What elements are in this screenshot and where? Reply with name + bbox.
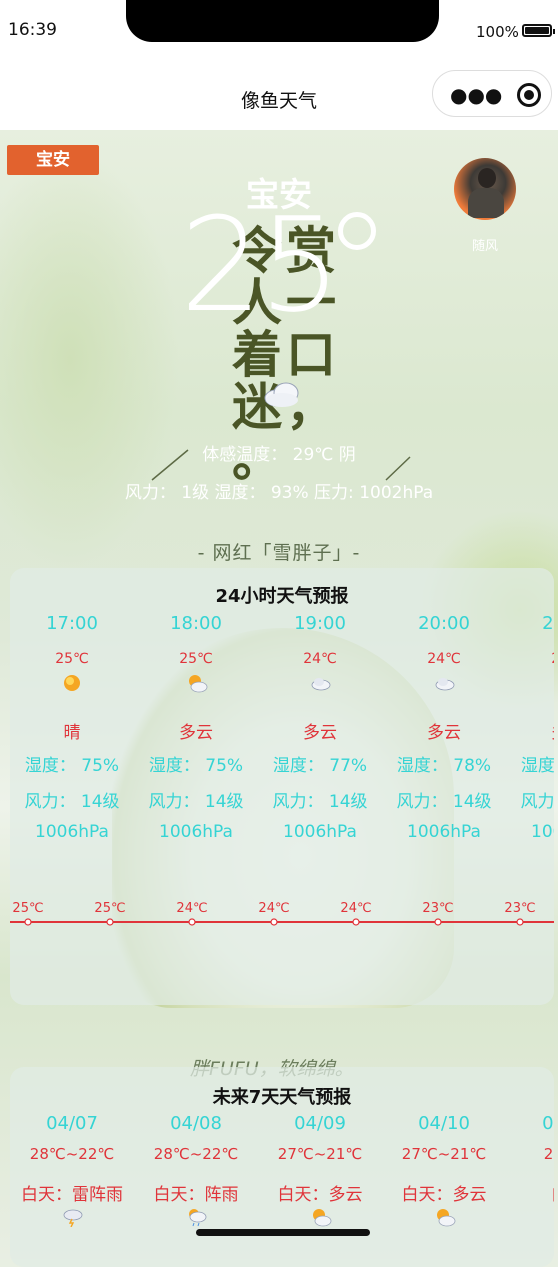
daily-date: 04/07 [46, 1113, 98, 1134]
daily-temp-range: 28℃~22℃ [29, 1145, 115, 1163]
hourly-wind: 风力： 14级 [24, 792, 120, 812]
hourly-time: 19:00 [294, 613, 346, 634]
temp-point [270, 918, 278, 926]
hourly-title: 24小时天气预报 [215, 586, 349, 607]
daily-temp-range: 27℃~21℃ [277, 1145, 363, 1163]
hourly-weather: 多云 [506, 718, 554, 743]
temp-point [516, 918, 524, 926]
daily-date: 04/08 [170, 1113, 222, 1134]
hourly-time: 18:00 [170, 613, 222, 634]
hourly-temp: 25℃ [55, 651, 89, 667]
hourly-time: 17:00 [46, 613, 98, 634]
degree-symbol [338, 212, 376, 250]
close-target-icon[interactable] [517, 83, 541, 107]
home-indicator [196, 1229, 370, 1236]
hourly-weather: 多云 [179, 723, 213, 743]
hourly-pressure: 1006hPa [531, 822, 554, 842]
temp-point [352, 918, 360, 926]
temp-point [434, 918, 442, 926]
daily-weather: 白天 [506, 1180, 554, 1205]
hourly-temp-chart: 25℃ 25℃ 24℃ 24℃ 24℃ 23℃ 23℃ [10, 901, 554, 926]
nav-bar: 像鱼天气 ●●● [0, 62, 558, 130]
hourly-humidity: 湿度： 75% [24, 756, 120, 776]
hourly-humidity: 湿度： 78% [520, 756, 554, 776]
hourly-weather: 多云 [427, 723, 461, 743]
hourly-humidity: 湿度： 77% [272, 756, 368, 776]
temp-point [106, 918, 114, 926]
temp-point-label: 24℃ [340, 901, 371, 916]
hourly-humidity: 湿度： 78% [396, 756, 492, 776]
sun-cloud-icon [434, 1207, 456, 1227]
hourly-weather: 晴 [63, 723, 81, 743]
daily-weather: 白天：雷阵雨 [21, 1185, 123, 1205]
temp-point-label: 23℃ [504, 901, 535, 916]
hourly-forecast-card[interactable]: 24小时天气预报 17:00 25℃ 晴湿度： 75% 风力： 14级 1006hPa 1… [10, 568, 554, 1005]
battery-icon [522, 24, 555, 37]
hourly-pressure: 1006hPa [283, 822, 357, 842]
hourly-temp: 24℃ [506, 651, 554, 667]
current-temperature: 25 [180, 189, 341, 341]
daily-date: 04/09 [294, 1113, 346, 1134]
feels-like: 体感温度： 29℃ 阴 [202, 445, 356, 465]
temp-point [24, 918, 32, 926]
mini-program-capsule[interactable]: ●●● [432, 70, 552, 117]
battery-percent: 100% [476, 23, 519, 41]
hourly-temp: 25℃ [179, 651, 213, 667]
hourly-wind: 风力： 14级 [148, 792, 244, 812]
thunder-icon [62, 1207, 84, 1228]
daily-weather: 白天：多云 [401, 1185, 487, 1205]
hourly-time: 21:00 [542, 613, 554, 634]
sun-cloud-icon [186, 673, 208, 693]
hourly-weather: 多云 [303, 723, 337, 743]
wind-humidity-pressure: 风力： 1级 湿度： 93% 压力: 1002hPa [124, 483, 434, 503]
daily-weather: 白天：多云 [277, 1185, 363, 1205]
cloud-icon [310, 673, 331, 693]
temp-point-label: 24℃ [258, 901, 289, 916]
daily-temp-range: 28℃~ [543, 1145, 554, 1163]
daily-title: 未来7天天气预报 [212, 1087, 352, 1108]
tagline-top: - 网红「雪胖子」- [197, 542, 361, 564]
daily-forecast-card[interactable]: 未来7天天气预报 04/07 28℃~22℃ 白天：雷阵雨 04/08 28℃~22℃ 白… [10, 1067, 554, 1267]
hourly-pressure: 1006hPa [407, 822, 481, 842]
hourly-wind: 风力： 14级 [396, 792, 492, 812]
daily-weather: 白天：阵雨 [153, 1185, 239, 1205]
temp-point-label: 25℃ [94, 901, 125, 916]
hourly-humidity: 湿度： 75% [148, 756, 244, 776]
cloud-icon [434, 673, 455, 693]
camera-notch [126, 0, 439, 42]
overcast-cloud-icon [264, 382, 299, 407]
sun-cloud-icon [310, 1207, 332, 1227]
sun-icon [62, 673, 82, 693]
hourly-wind: 风力： 14级 [520, 792, 554, 812]
hourly-pressure: 1006hPa [159, 822, 233, 842]
status-time: 16:39 [8, 20, 57, 40]
temp-point-label: 24℃ [176, 901, 207, 916]
more-icon[interactable]: ●●● [450, 83, 502, 107]
hourly-temp: 24℃ [303, 651, 337, 667]
temp-point-label: 23℃ [422, 901, 453, 916]
hourly-time: 20:00 [418, 613, 470, 634]
daily-date: 04/11 [542, 1113, 554, 1134]
temp-point-label: 25℃ [12, 901, 43, 916]
hourly-pressure: 1006hPa [35, 822, 109, 842]
temp-point [188, 918, 196, 926]
daily-temp-range: 28℃~22℃ [153, 1145, 239, 1163]
hourly-wind: 风力： 14级 [272, 792, 368, 812]
daily-date: 04/10 [418, 1113, 470, 1134]
hourly-temp: 24℃ [427, 651, 461, 667]
daily-temp-range: 27℃~21℃ [401, 1145, 487, 1163]
user-name: 随风 [471, 239, 498, 254]
rain-icon [186, 1207, 208, 1227]
status-bar: 16:39 100% [0, 0, 558, 62]
